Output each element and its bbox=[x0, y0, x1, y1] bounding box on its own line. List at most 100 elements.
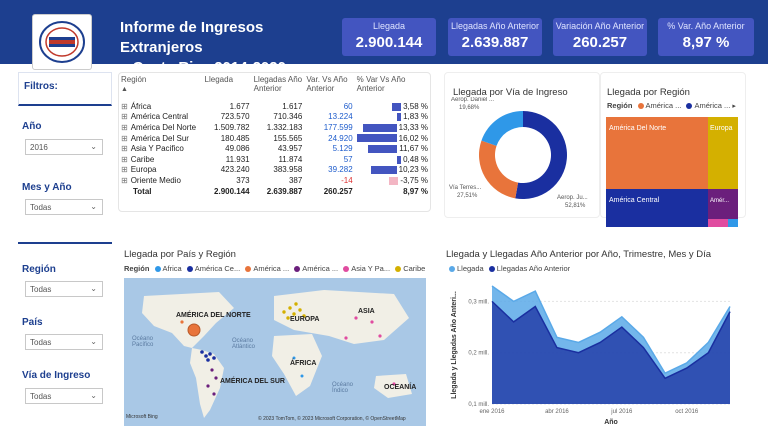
y-tick-label: 0,1 mill. bbox=[468, 402, 489, 408]
country-dropdown[interactable]: Todas ⌄ bbox=[25, 334, 103, 350]
table-row[interactable]: ⊞ África 1.677 1.617 60 3,58 % bbox=[119, 101, 430, 112]
month-dropdown[interactable]: Todas ⌄ bbox=[25, 199, 103, 215]
map-bubble[interactable] bbox=[200, 350, 204, 354]
map-legend-item[interactable]: Africa bbox=[163, 264, 182, 273]
table-row[interactable]: ⊞ Asia Y Pacifico 49.086 43.957 5.129 11,67 % bbox=[119, 143, 430, 154]
donut-slice-label: Aerop. Daniel ... bbox=[451, 97, 494, 103]
table-row[interactable]: ⊞ América Central 723.570 710.346 13.224 1,83… bbox=[119, 112, 430, 123]
cell-var: 39.282 bbox=[328, 165, 353, 175]
y-tick-label: 0,3 mill. bbox=[468, 299, 489, 305]
year-dropdown[interactable]: 2016 ⌄ bbox=[25, 139, 103, 155]
col-header-anterior[interactable]: Llegadas Año Anterior bbox=[252, 73, 305, 101]
map-bubble[interactable] bbox=[206, 384, 210, 388]
map-legend-item[interactable]: Caribe bbox=[403, 264, 425, 273]
cell-region: ⊞ Europa bbox=[119, 165, 203, 176]
pct-value: 13,33 % bbox=[398, 122, 428, 132]
table-row[interactable]: ⊞ América Del Norte 1.509.782 1.332.183 177.… bbox=[119, 122, 430, 133]
map-bubble[interactable] bbox=[212, 356, 216, 360]
treemap-panel: Llegada por Región Región América ... Am… bbox=[600, 72, 746, 227]
map-bubble[interactable] bbox=[298, 308, 302, 312]
map-canvas bbox=[142, 290, 412, 418]
report-title: Informe de Ingresos Extranjeros a Costa … bbox=[120, 18, 340, 78]
expand-icon[interactable]: ⊞ bbox=[121, 134, 128, 143]
map-bubble[interactable] bbox=[370, 320, 374, 324]
chevron-down-icon: ⌄ bbox=[90, 391, 97, 400]
cell-pct: 10,23 % bbox=[355, 165, 430, 176]
map-bubble[interactable] bbox=[208, 352, 212, 356]
treemap-legend-item[interactable]: América ... bbox=[694, 101, 730, 110]
expand-icon[interactable]: ⊞ bbox=[121, 123, 128, 132]
col-header-pct[interactable]: % Var Vs Año Anterior bbox=[355, 73, 430, 101]
area-legend-item[interactable]: Llegadas Año Anterior bbox=[497, 264, 570, 273]
treemap-cell-asia[interactable] bbox=[708, 219, 728, 227]
map-bubble[interactable] bbox=[344, 336, 348, 340]
map-credit[interactable]: © 2023 TomTom, © 2023 Microsoft Corporat… bbox=[258, 416, 406, 422]
expand-icon[interactable]: ⊞ bbox=[121, 155, 128, 164]
filters-header: Filtros: bbox=[18, 72, 112, 106]
title-line-1: Informe de Ingresos Extranjeros bbox=[120, 19, 264, 56]
route-filter-label: Vía de Ingreso bbox=[22, 370, 91, 381]
col-header-label: Llegada bbox=[204, 75, 234, 84]
expand-icon[interactable]: ⊞ bbox=[121, 165, 128, 174]
col-header-var[interactable]: Var. Vs Año Anterior bbox=[304, 73, 354, 101]
donut-chart: Aerop. Ju... 52,81% Vía Terres... 27,51% Aer… bbox=[449, 97, 588, 209]
donut-slice[interactable] bbox=[515, 111, 567, 199]
expand-icon[interactable]: ⊞ bbox=[121, 102, 128, 111]
map-legend-item[interactable]: América ... bbox=[253, 264, 289, 273]
table-row[interactable]: ⊞ Caribe 11.931 11.874 57 0,48 % bbox=[119, 154, 430, 165]
table-row[interactable]: ⊞ Oriente Medio 373 387 -14 -3,75 % bbox=[119, 175, 430, 186]
chevron-down-icon: ⌄ bbox=[90, 142, 97, 151]
col-header-llegada[interactable]: Llegada bbox=[203, 73, 252, 101]
cell-pct: -3,75 % bbox=[355, 175, 430, 186]
bing-logo: Microsoft Bing bbox=[126, 414, 158, 420]
cell-llegada: 1.677 bbox=[229, 101, 250, 111]
table-row[interactable]: ⊞ América Del Sur 180.485 155.565 24.920 16,0… bbox=[119, 133, 430, 144]
treemap-cell-sudamerica[interactable]: Amér... bbox=[708, 189, 738, 219]
map-title: Llegada por País y Región bbox=[124, 249, 236, 260]
total-region: Total bbox=[133, 186, 152, 196]
treemap-cell-centroamerica[interactable]: América Central bbox=[606, 189, 708, 227]
world-map[interactable]: AMÉRICA DEL NORTE EUROPA ASIA ÁFRICA AMÉ… bbox=[124, 278, 426, 426]
donut-slice[interactable] bbox=[481, 110, 523, 146]
map-bubble[interactable] bbox=[300, 374, 304, 378]
treemap-cell-norteamerica[interactable]: América Del Norte bbox=[606, 117, 708, 189]
pct-value: 16,02 % bbox=[398, 133, 428, 143]
map-bubble[interactable] bbox=[214, 376, 218, 380]
route-dropdown-value: Todas bbox=[30, 392, 52, 401]
map-bubble[interactable] bbox=[204, 354, 208, 358]
map-legend-item[interactable]: Asia Y Pa... bbox=[351, 264, 390, 273]
donut-panel: Llegada por Vía de Ingreso Aerop. Ju... 5… bbox=[444, 72, 600, 218]
map-bubble[interactable] bbox=[294, 302, 298, 306]
expand-icon[interactable]: ⊞ bbox=[121, 176, 128, 185]
route-dropdown[interactable]: Todas ⌄ bbox=[25, 388, 103, 404]
treemap-cell-label: América Del Norte bbox=[609, 125, 667, 132]
map-bubble[interactable] bbox=[288, 306, 292, 310]
area-legend-item[interactable]: Llegada bbox=[457, 264, 484, 273]
treemap-cell-europa[interactable]: Europa bbox=[708, 117, 738, 189]
map-bubble[interactable] bbox=[378, 334, 382, 338]
expand-icon[interactable]: ⊞ bbox=[121, 112, 128, 121]
expand-icon[interactable]: ⊞ bbox=[121, 144, 128, 153]
map-bubble[interactable] bbox=[180, 320, 184, 324]
treemap-cell-label: Europa bbox=[710, 125, 733, 132]
treemap-legend-item[interactable]: América ... bbox=[646, 101, 682, 110]
map-bubble[interactable] bbox=[206, 358, 210, 362]
map-legend-item[interactable]: América Ce... bbox=[195, 264, 240, 273]
legend-dot bbox=[245, 266, 252, 273]
map-bubble[interactable] bbox=[187, 323, 201, 337]
map-bubble[interactable] bbox=[282, 310, 286, 314]
map-bubble[interactable] bbox=[212, 392, 216, 396]
region-dropdown[interactable]: Todas ⌄ bbox=[25, 281, 103, 297]
map-bubble[interactable] bbox=[210, 368, 214, 372]
treemap-cell-small[interactable] bbox=[728, 219, 738, 227]
col-header-region[interactable]: Región ▲ bbox=[119, 73, 203, 101]
legend-next-icon[interactable]: ▸ bbox=[732, 103, 736, 110]
map-label-pacific: Océano Pacífico bbox=[132, 336, 154, 348]
cell-var: 57 bbox=[343, 154, 353, 164]
map-bubble[interactable] bbox=[354, 316, 358, 320]
donut-slice[interactable] bbox=[479, 140, 519, 199]
y-tick-label: 0,2 mill. bbox=[468, 351, 489, 357]
table-row[interactable]: ⊞ Europa 423.240 383.958 39.282 10,23 % bbox=[119, 165, 430, 176]
map-legend-item[interactable]: América ... bbox=[302, 264, 338, 273]
area-series-1[interactable] bbox=[492, 301, 730, 404]
